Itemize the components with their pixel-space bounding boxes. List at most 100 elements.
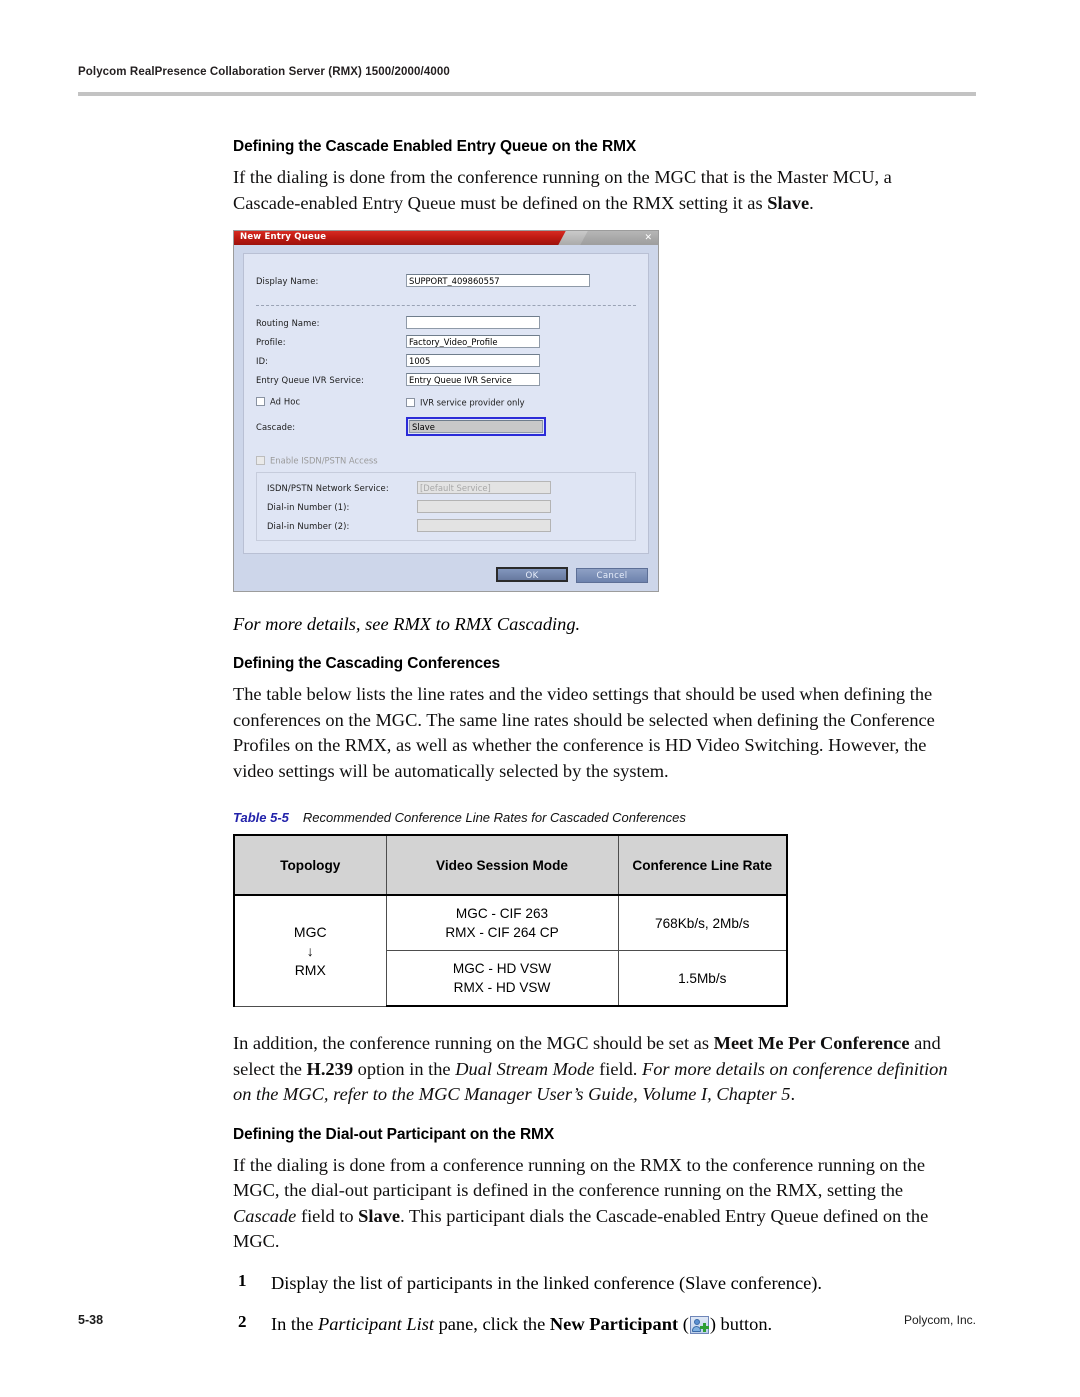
routing-name-input[interactable]	[406, 316, 540, 329]
display-name-input[interactable]: SUPPORT_409860557	[406, 274, 590, 287]
display-name-label: Display Name:	[256, 275, 319, 286]
field-profile: Profile: Factory_Video_Profile	[256, 335, 636, 348]
field-cascade: Cascade: Slave	[256, 417, 636, 436]
footer-page-number: 5-38	[78, 1313, 104, 1327]
table-cell-rate: 1.5Mb/s	[617, 950, 788, 1007]
isdn-settings-group: ISDN/PSTN Network Service: [Default Serv…	[256, 472, 636, 541]
in-addition-b1: Meet Me Per Conference	[713, 1033, 910, 1053]
dialog-section-divider	[256, 305, 636, 306]
in-addition-t3: option in the	[353, 1058, 456, 1079]
paragraph-entry-queue-bold: Slave	[767, 192, 810, 213]
topology-from: MGC	[293, 923, 327, 940]
ivr-provider-label: IVR service provider only	[420, 397, 525, 408]
page-content: Defining the Cascade Enabled Entry Queue…	[233, 138, 963, 1337]
in-addition-b2: H.239	[306, 1058, 354, 1079]
note-rmx-cascading: For more details, see RMX to RMX Cascadi…	[233, 614, 581, 634]
document-page: Polycom RealPresence Collaboration Serve…	[0, 0, 1080, 1397]
mode-line-2: RMX - HD VSW	[453, 980, 551, 995]
id-input[interactable]: 1005	[406, 354, 540, 367]
step-number: 1	[238, 1270, 247, 1290]
in-addition-t5: .	[790, 1084, 796, 1104]
dial-out-t1: If the dialing is done from a conference…	[233, 1154, 925, 1201]
ad-hoc-checkbox[interactable]: Ad Hoc	[256, 396, 406, 407]
table-header-topology: Topology	[233, 834, 387, 896]
header-divider-rule	[78, 92, 976, 96]
enable-isdn-label: Enable ISDN/PSTN Access	[270, 455, 378, 466]
routing-name-label: Routing Name:	[256, 317, 320, 328]
paragraph-dial-out: If the dialing is done from a conference…	[233, 1153, 963, 1255]
checkbox-box-icon	[256, 397, 265, 407]
field-display-name: Display Name: SUPPORT_409860557	[256, 274, 636, 287]
field-dial-in-2: Dial-in Number (2):	[267, 519, 625, 532]
ivr-provider-checkbox[interactable]: IVR service provider only	[406, 392, 525, 411]
table-header-row: Topology Video Session Mode Conference L…	[233, 834, 788, 896]
new-entry-queue-dialog-figure: New Entry Queue ✕ Display Name: SUPPORT_…	[233, 230, 661, 592]
field-id: ID: 1005	[256, 354, 636, 367]
table-header-video-session-mode: Video Session Mode	[385, 834, 619, 896]
field-dial-in-1: Dial-in Number (1):	[267, 500, 625, 513]
dial-in-1-input	[417, 500, 551, 513]
topology-to: RMX	[294, 961, 326, 978]
in-addition-i1: Dual Stream Mode	[455, 1058, 595, 1079]
dialog-title: New Entry Queue	[240, 232, 327, 242]
arrow-down-icon: ↓	[306, 942, 314, 959]
dialog-panel: Display Name: SUPPORT_409860557 Routing …	[243, 253, 649, 554]
dial-in-2-input	[417, 519, 551, 532]
checkbox-box-icon	[406, 398, 415, 407]
dial-out-i1: Cascade	[233, 1205, 297, 1226]
profile-select[interactable]: Factory_Video_Profile	[406, 335, 540, 348]
heading-dial-out-participant: Defining the Dial-out Participant on the…	[233, 1125, 555, 1143]
isdn-network-select: [Default Service]	[417, 481, 551, 494]
id-label: ID:	[256, 355, 269, 366]
ivr-service-label: Entry Queue IVR Service:	[256, 374, 364, 385]
paragraph-entry-queue-part2: .	[809, 192, 814, 213]
ivr-service-select[interactable]: Entry Queue IVR Service	[406, 373, 540, 386]
profile-label: Profile:	[256, 336, 286, 347]
heading-entry-queue: Defining the Cascade Enabled Entry Queue…	[233, 138, 637, 155]
ok-button[interactable]: OK	[496, 567, 568, 582]
cancel-button[interactable]: Cancel	[576, 568, 648, 583]
paragraph-entry-queue: If the dialing is done from the conferen…	[233, 165, 963, 216]
cascade-highlight-box: Slave	[406, 417, 546, 436]
mode-line-1: MGC - HD VSW	[452, 961, 552, 976]
running-header: Polycom RealPresence Collaboration Serve…	[78, 66, 1002, 78]
cascade-select[interactable]: Slave	[409, 420, 543, 433]
step-text: Display the list of participants in the …	[271, 1272, 822, 1293]
table-cell-topology: MGC ↓ RMX	[233, 894, 387, 1007]
dial-out-b1: Slave	[358, 1205, 401, 1226]
in-addition-t1: In addition, the conference running on t…	[233, 1033, 714, 1053]
dial-in-2-label: Dial-in Number (2):	[267, 520, 350, 531]
checkbox-box-icon	[256, 456, 265, 465]
mode-line-2: RMX - CIF 264 CP	[445, 925, 559, 940]
running-header-text: Polycom RealPresence Collaboration Serve…	[78, 66, 450, 78]
close-icon[interactable]: ✕	[644, 232, 652, 244]
table-cell-mode: MGC - HD VSW RMX - HD VSW	[385, 950, 619, 1007]
dial-in-1-label: Dial-in Number (1):	[267, 501, 350, 512]
table-caption: Table 5-5 Recommended Conference Line Rat…	[233, 810, 963, 825]
heading-cascading-conferences: Defining the Cascading Conferences	[233, 655, 501, 672]
new-entry-queue-dialog: New Entry Queue ✕ Display Name: SUPPORT_…	[233, 230, 659, 592]
table-cell-mode: MGC - CIF 263 RMX - CIF 264 CP	[385, 894, 619, 951]
isdn-network-label: ISDN/PSTN Network Service:	[267, 482, 389, 493]
checkbox-row: Ad Hoc IVR service provider only	[256, 392, 636, 411]
table-header-conference-line-rate: Conference Line Rate	[617, 834, 788, 896]
dialog-footer: OK Cancel	[234, 554, 658, 591]
dial-out-t2: field to	[296, 1205, 359, 1226]
field-isdn-network: ISDN/PSTN Network Service: [Default Serv…	[267, 481, 625, 494]
field-routing-name: Routing Name:	[256, 316, 636, 329]
table-row: MGC ↓ RMX MGC - CIF 263 RMX - CIF 264 CP…	[233, 894, 788, 1007]
enable-isdn-checkbox[interactable]: Enable ISDN/PSTN Access	[256, 450, 636, 469]
table-title: Recommended Conference Line Rates for Ca…	[302, 810, 686, 825]
footer-company: Polycom, Inc.	[903, 1313, 976, 1327]
dialog-body: Display Name: SUPPORT_409860557 Routing …	[234, 245, 658, 554]
table-cell-rate: 768Kb/s, 2Mb/s	[617, 894, 788, 951]
mode-line-1: MGC - CIF 263	[455, 906, 549, 921]
in-addition-t4: field.	[594, 1058, 642, 1079]
cascade-label: Cascade:	[256, 421, 296, 432]
paragraph-cascading-conferences: The table below lists the line rates and…	[233, 684, 935, 781]
conference-line-rates-table: Topology Video Session Mode Conference L…	[233, 834, 788, 1007]
ad-hoc-label: Ad Hoc	[270, 396, 301, 407]
dialog-titlebar: New Entry Queue ✕	[234, 231, 658, 245]
page-footer: 5-38 Polycom, Inc.	[78, 1313, 976, 1327]
table-number: Table 5-5	[233, 810, 289, 825]
